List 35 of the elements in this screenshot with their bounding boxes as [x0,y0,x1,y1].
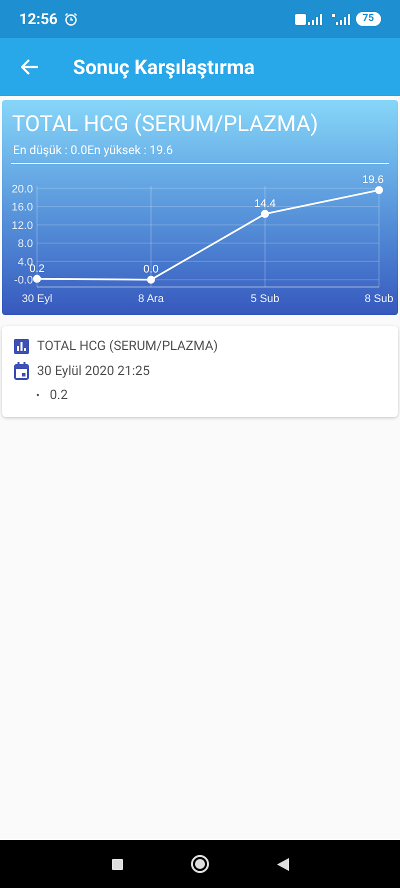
data-point [147,276,155,284]
data-label: 0.0 [143,264,159,276]
data-label: 0.2 [29,262,45,275]
y-tick-label: 8.0 [18,238,33,250]
y-tick-label: 16.0 [12,202,33,214]
data-label: 14.4 [254,198,276,210]
y-tick-label: 12.0 [12,220,33,232]
data-point [261,210,269,218]
signal-icon [332,14,350,24]
result-value: 0.2 [50,387,68,405]
y-tick-label: -0.0 [14,274,33,287]
home-button[interactable] [190,855,208,873]
chart-title: TOTAL HCG (SERUM/PLAZMA) [12,112,320,138]
data-label: 19.6 [362,174,384,186]
data-point [33,274,41,283]
bar-chart-icon [14,339,29,354]
x-tick-label: 8 Ara [138,293,164,305]
back-triangle-icon[interactable] [276,858,288,870]
result-date: 30 Eylül 2020 21:25 [37,362,150,380]
data-point [375,186,383,194]
battery-indicator: 75 [356,12,381,26]
x-tick-label: 8 Sub [364,293,394,305]
calendar-icon [14,362,29,380]
x-tick-label: 30 Eyl [22,293,52,305]
chart-subtitle: En düşük : 0.0En yüksek : 19.6 [13,142,174,159]
x-tick-label: 5 Sub [250,293,280,305]
screen-title: Sonuç Karşılaştırma [73,54,255,81]
test-name: TOTAL HCG (SERUM/PLAZMA) [37,338,218,356]
y-tick-label: 20.0 [12,183,33,196]
alarm-icon [64,12,78,26]
status-time: 12:56 [19,8,58,30]
back-arrow-icon [21,59,39,75]
recent-apps-button[interactable] [112,858,122,870]
signal-icon [308,14,322,24]
bullet: • [36,388,40,404]
